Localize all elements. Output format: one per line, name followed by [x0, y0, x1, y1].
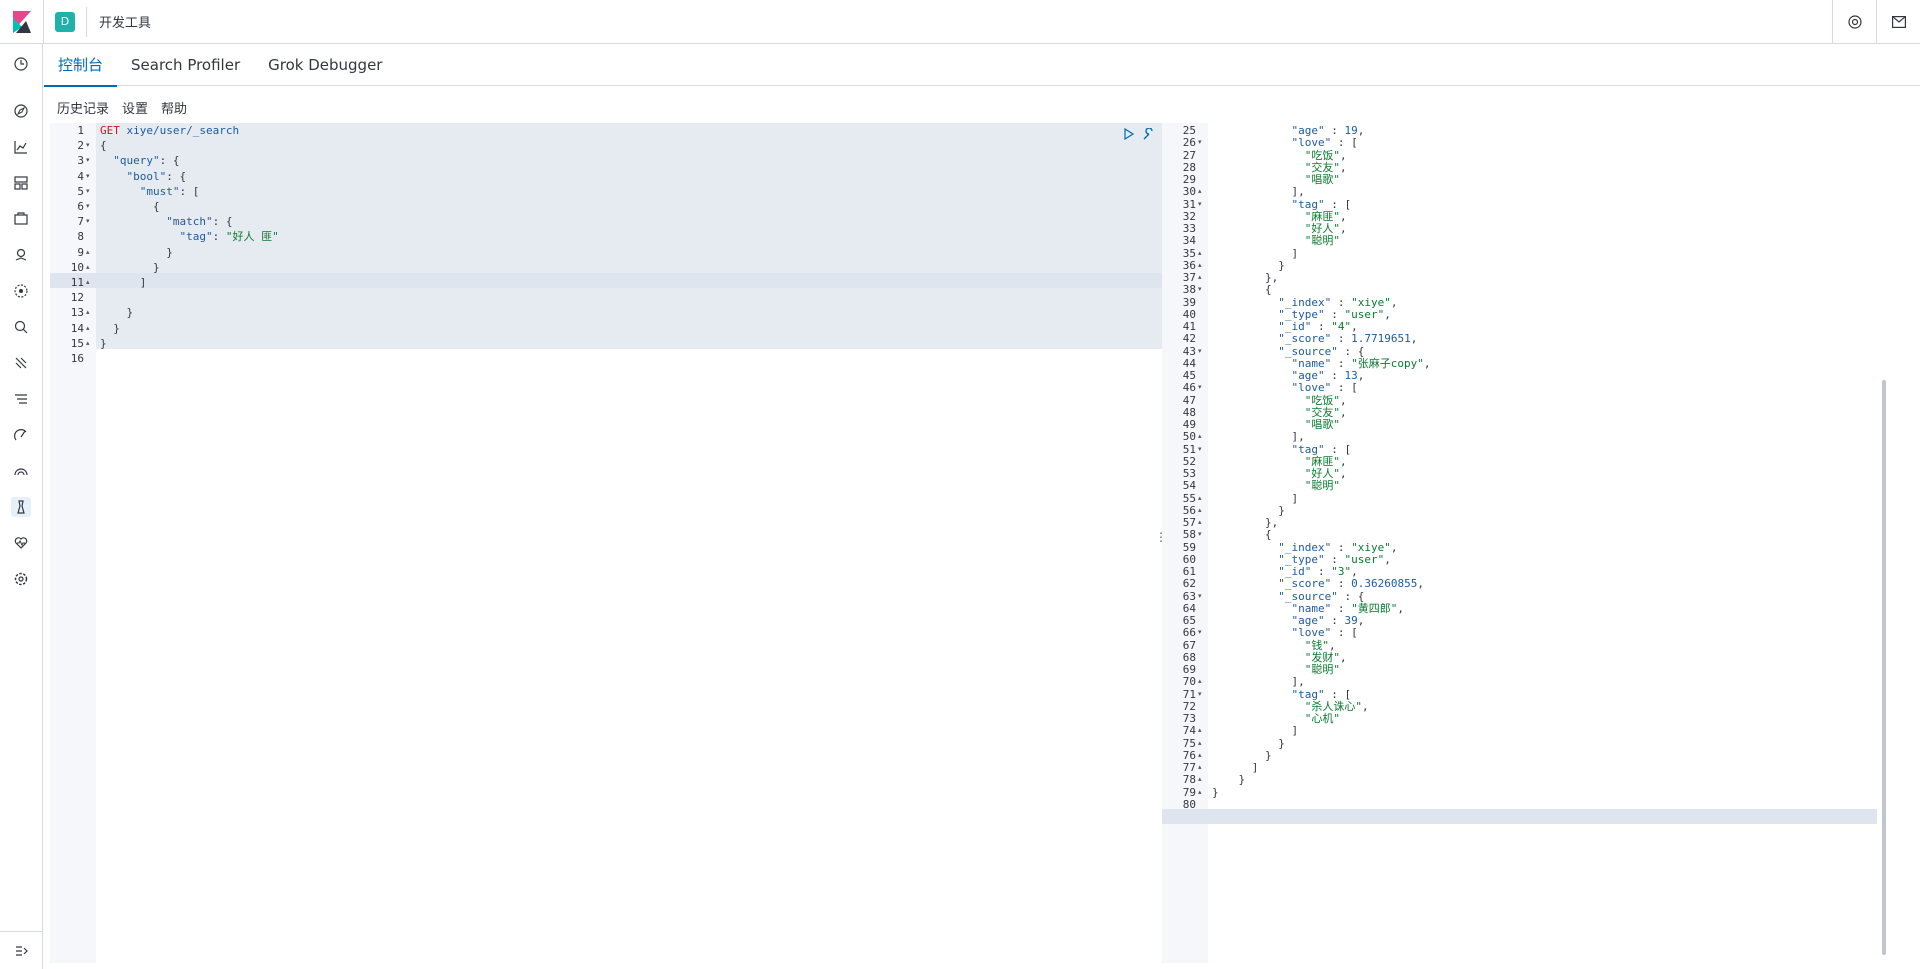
code-line: "must": [	[139, 184, 200, 198]
code-line: "match": {	[166, 215, 233, 229]
tab-grok-debugger[interactable]: Grok Debugger	[254, 44, 396, 86]
fold-toggle-icon[interactable]: ▾	[1198, 442, 1202, 457]
monitoring-heartbeat-icon[interactable]	[11, 533, 31, 553]
line-number: 16	[70, 352, 84, 365]
code-line: }	[100, 306, 134, 320]
infra-icon[interactable]	[11, 317, 31, 337]
fold-toggle-icon[interactable]: ▾	[1198, 589, 1202, 604]
wrench-icon[interactable]	[1143, 125, 1155, 144]
breadcrumb: 开发工具	[99, 16, 152, 31]
fold-toggle-icon[interactable]: ▾	[1198, 380, 1202, 395]
response-viewer[interactable]: 25 "age" : 19, 26 ▾ "love" : [27 "吃饭", 28 "…	[1162, 123, 1912, 963]
line-number: 4	[77, 169, 84, 183]
tab-search-profiler[interactable]: Search Profiler	[117, 44, 254, 86]
code-line: }	[100, 245, 173, 259]
line-number: 6	[77, 200, 84, 213]
code-line: ]	[100, 276, 147, 289]
line-number: 80	[1182, 797, 1196, 811]
fold-toggle-icon[interactable]: ▴	[86, 321, 90, 336]
response-active-line-highlight	[1162, 809, 1877, 824]
code-line: "query": {	[113, 154, 180, 168]
active-line-highlight	[50, 273, 1200, 288]
siem-icon[interactable]	[11, 461, 31, 481]
code-line: }	[100, 336, 107, 350]
line-number: 10	[70, 260, 84, 274]
code-line: {	[100, 139, 107, 153]
line-number: 2	[77, 139, 84, 153]
line-number: 11	[70, 276, 84, 289]
fold-toggle-icon[interactable]: ▴	[86, 275, 90, 290]
code-line: }	[100, 321, 120, 335]
fold-toggle-icon[interactable]: ▾	[86, 214, 90, 229]
code-line: "bool": {	[126, 169, 187, 183]
code-line: {	[100, 200, 160, 213]
fold-toggle-icon[interactable]: ▴	[86, 245, 90, 260]
ml-icon[interactable]	[11, 281, 31, 301]
line-number: 12	[70, 291, 84, 305]
fold-toggle-icon[interactable]: ▴	[86, 260, 90, 275]
help-icon[interactable]	[1832, 0, 1876, 44]
response-scrollbar[interactable]	[1882, 380, 1886, 955]
fold-toggle-icon[interactable]: ▾	[1198, 687, 1202, 702]
fold-toggle-icon[interactable]: ▾	[86, 199, 90, 214]
code-line: GET xiye/user/_search	[100, 123, 239, 138]
line-number: 15	[70, 336, 84, 350]
management-gear-icon[interactable]	[11, 569, 31, 589]
line-number: 1	[77, 124, 84, 137]
line-number: 9	[77, 245, 84, 259]
fold-toggle-icon[interactable]: ▾	[86, 153, 90, 168]
line-number: 7	[77, 215, 84, 229]
line-number: 14	[70, 321, 84, 335]
uptime-icon[interactable]	[11, 425, 31, 445]
code-line: }	[1212, 785, 1219, 799]
space-avatar[interactable]: D	[55, 11, 75, 32]
settings-link[interactable]: 设置	[122, 98, 148, 117]
fold-toggle-icon[interactable]: ▾	[1198, 527, 1202, 542]
fold-toggle-icon[interactable]: ▴	[86, 336, 90, 351]
console-menu: 历史记录 设置 帮助	[57, 98, 187, 117]
side-navigation	[0, 44, 43, 969]
maps-icon[interactable]	[11, 245, 31, 265]
history-link[interactable]: 历史记录	[57, 98, 109, 117]
fold-toggle-icon[interactable]: ▾	[86, 184, 90, 199]
apm-icon[interactable]	[11, 389, 31, 409]
fold-toggle-icon[interactable]: ▾	[1198, 197, 1202, 212]
fold-toggle-icon[interactable]: ▾	[1198, 625, 1202, 640]
line-number: 3	[77, 154, 84, 168]
line-number: 13	[70, 306, 84, 320]
fold-toggle-icon[interactable]: ▾	[86, 169, 90, 184]
fold-toggle-icon[interactable]: ▴	[1198, 785, 1202, 800]
kibana-logo[interactable]	[0, 0, 44, 44]
dev-tools-tabs: 控制台 Search Profiler Grok Debugger	[44, 44, 1920, 87]
fold-toggle-icon[interactable]: ▾	[1198, 135, 1202, 150]
request-path: xiye/user/_search	[119, 124, 240, 137]
discover-compass-icon[interactable]	[11, 101, 31, 121]
request-method: GET	[100, 124, 120, 137]
canvas-icon[interactable]	[11, 209, 31, 229]
dev-tools-icon[interactable]	[11, 497, 31, 517]
header-divider	[86, 6, 87, 37]
fold-toggle-icon[interactable]: ▾	[86, 138, 90, 153]
mail-icon[interactable]	[1876, 0, 1920, 44]
line-number: 8	[77, 230, 84, 244]
top-header: D 开发工具	[0, 0, 1920, 44]
help-link[interactable]: 帮助	[161, 98, 187, 117]
visualize-chart-icon[interactable]	[11, 137, 31, 157]
nav-collapse-icon[interactable]	[0, 931, 43, 969]
recent-clock-icon[interactable]	[11, 54, 31, 74]
code-line: "tag": "好人 匪"	[179, 230, 279, 244]
fold-toggle-icon[interactable]: ▴	[86, 305, 90, 320]
tab-console[interactable]: 控制台	[44, 44, 118, 87]
request-editor[interactable]: 1 GET xiye/user/_search 2 ▾{3 ▾ "query": {4 ▾…	[50, 123, 1200, 963]
fold-toggle-icon[interactable]: ▾	[1198, 282, 1202, 297]
fold-toggle-icon[interactable]: ▾	[1198, 344, 1202, 359]
line-number: 5	[77, 184, 84, 198]
play-icon[interactable]	[1123, 125, 1135, 144]
dashboard-icon[interactable]	[11, 173, 31, 193]
logs-icon[interactable]	[11, 353, 31, 373]
code-line: }	[100, 260, 160, 274]
